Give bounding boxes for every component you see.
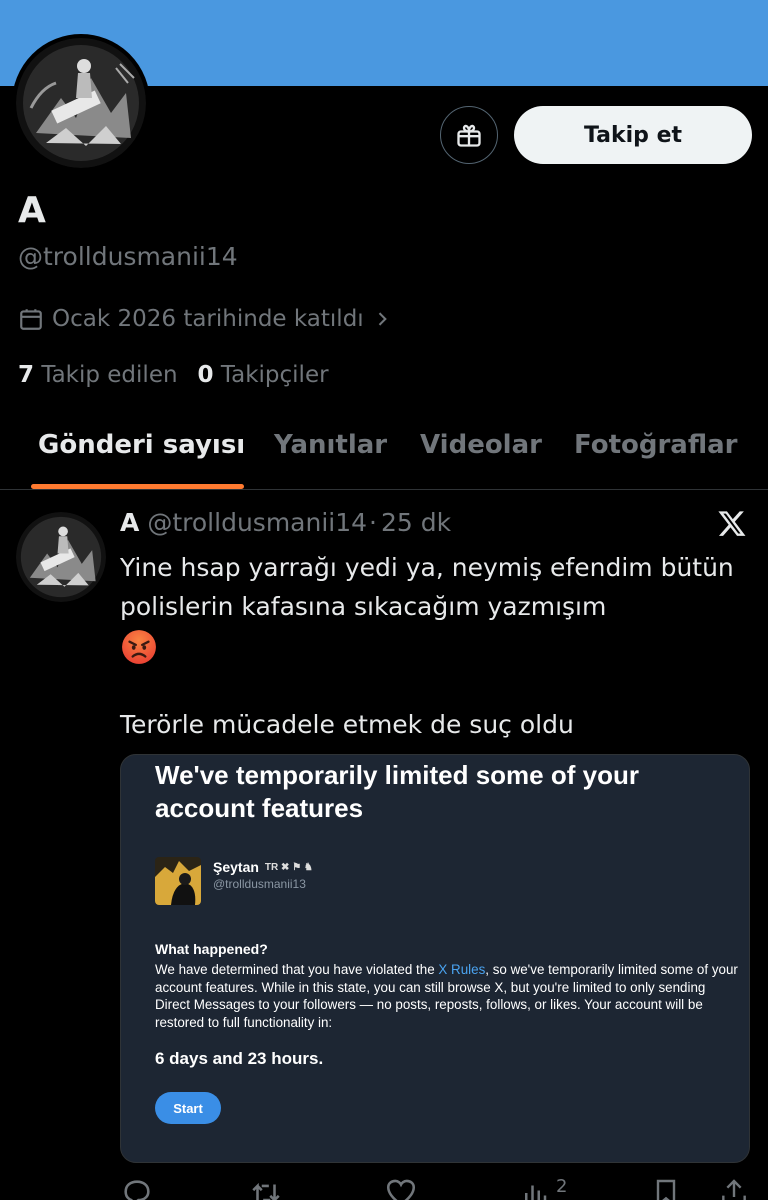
bookmark-button[interactable] — [650, 1176, 682, 1200]
active-tab-indicator — [31, 484, 244, 489]
what-happened-heading: What happened? — [155, 941, 268, 957]
repost-icon — [252, 1182, 280, 1200]
tweet-body: Yine hsap yarrağı yedi ya, neymiş efendi… — [120, 548, 750, 744]
tab-photos[interactable]: Fotoğraflar — [574, 430, 737, 460]
tweet-time[interactable]: 25 dk — [381, 508, 451, 537]
views-button[interactable]: 2 — [520, 1176, 567, 1200]
profile-avatar[interactable] — [12, 34, 150, 172]
start-button: Start — [155, 1092, 221, 1124]
x-rules-link: X Rules — [438, 962, 486, 977]
restriction-countdown: 6 days and 23 hours. — [155, 1049, 324, 1068]
tweet-media-image[interactable]: We've temporarily limited some of your a… — [120, 754, 750, 1163]
tweet-text-line2: Terörle mücadele etmek de suç oldu — [120, 710, 574, 739]
following-count: 7 — [18, 362, 35, 388]
joined-date-row[interactable]: Ocak 2026 tarihinde katıldı — [18, 306, 392, 332]
follow-button[interactable]: Takip et — [514, 106, 752, 164]
body-before-link: We have determined that you have violate… — [155, 962, 439, 977]
what-happened-body: We have determined that you have violate… — [155, 961, 739, 1031]
followers-count: 0 — [197, 362, 214, 388]
like-button[interactable] — [384, 1176, 418, 1200]
profile-tabs: Gönderi sayısı Yanıtlar Videolar Fotoğra… — [0, 418, 768, 490]
followers-link[interactable]: 0 Takipçiler — [198, 362, 329, 388]
tab-posts[interactable]: Gönderi sayısı — [38, 430, 245, 460]
profile-handle: @trolldusmanii14 — [18, 242, 238, 271]
tweet-author-name[interactable]: A — [120, 508, 139, 537]
media-title: We've temporarily limited some of your a… — [155, 760, 639, 823]
media-user-flags: TR ✖ ⚑ ♞ — [264, 861, 313, 873]
reply-icon — [124, 1180, 150, 1200]
media-user-name: Şeytan — [213, 859, 259, 875]
profile-display-name: A — [18, 190, 46, 231]
tweet-avatar[interactable] — [16, 512, 106, 602]
calendar-icon — [20, 309, 42, 330]
x-logo-icon — [718, 511, 746, 536]
tweet-text-line1: Yine hsap yarrağı yedi ya, neymiş efendi… — [120, 553, 734, 621]
followers-label: Takipçiler — [220, 362, 329, 388]
media-user-avatar — [155, 857, 201, 905]
gift-button[interactable] — [440, 106, 498, 164]
tab-replies[interactable]: Yanıtlar — [274, 430, 387, 460]
tweet-author-handle[interactable]: @trolldusmanii14 — [147, 508, 367, 537]
follow-stats: 7 Takip edilen 0 Takipçiler — [18, 362, 329, 388]
media-user-name-row: Şeytan TR ✖ ⚑ ♞ — [213, 859, 313, 875]
angry-face-emoji-icon — [122, 630, 156, 664]
following-link[interactable]: 7 Takip edilen — [18, 362, 178, 388]
share-button[interactable] — [718, 1176, 750, 1200]
joined-date-text: Ocak 2026 tarihinde katıldı — [52, 306, 364, 332]
views-count: 2 — [556, 1176, 568, 1197]
analytics-icon — [525, 1185, 547, 1200]
repost-button[interactable] — [248, 1176, 284, 1200]
tweet-header: A @trolldusmanii14 · 25 dk — [120, 508, 451, 537]
bookmark-icon — [656, 1179, 676, 1200]
tweet-actions: 2 — [0, 1176, 768, 1200]
media-user-handle: @trolldusmanii13 — [213, 877, 306, 891]
gift-icon — [457, 124, 481, 147]
tweet-separator: · — [369, 508, 377, 537]
tab-videos[interactable]: Videolar — [420, 430, 542, 460]
heart-icon — [386, 1179, 416, 1200]
reply-button[interactable] — [120, 1176, 154, 1200]
share-icon — [722, 1179, 746, 1200]
following-label: Takip edilen — [41, 362, 178, 388]
chevron-right-icon — [378, 312, 387, 326]
